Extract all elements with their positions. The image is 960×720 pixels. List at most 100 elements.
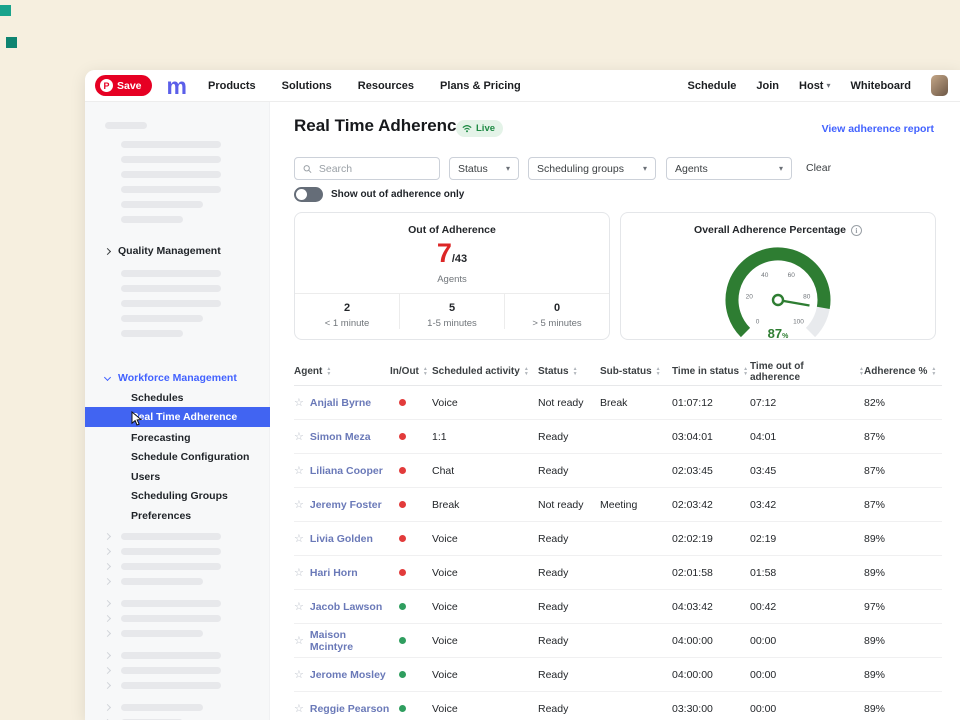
agent-row[interactable]: ☆Maison McintyreVoiceReady04:00:0000:008… (294, 624, 942, 658)
time-out-of-adherence: 03:45 (750, 465, 864, 477)
column-header[interactable]: Agent▲▼ (294, 366, 390, 377)
search-input[interactable] (317, 162, 431, 176)
agent-name[interactable]: Jacob Lawson (310, 601, 382, 613)
nav-item-whiteboard[interactable]: Whiteboard (851, 80, 912, 92)
nav-item-join[interactable]: Join (756, 80, 779, 92)
status-dropdown[interactable]: Status ▾ (449, 157, 519, 180)
sidebar-item-schedule-configuration[interactable]: Schedule Configuration (85, 447, 270, 467)
skeleton-bar (121, 667, 221, 674)
table-body: ☆Anjali ByrneVoiceNot readyBreak01:07:12… (294, 386, 942, 720)
agent-row[interactable]: ☆Livia GoldenVoiceReady02:02:1902:1989% (294, 522, 942, 556)
column-header[interactable]: Scheduled activity▲▼ (432, 366, 538, 377)
out-of-adherence-card: Out of Adherence 7/43 Agents 2 < 1 minut… (294, 212, 610, 340)
agent-row[interactable]: ☆Jacob LawsonVoiceReady04:03:4200:4297% (294, 590, 942, 624)
nav-item-host[interactable]: Host ▾ (799, 80, 830, 92)
search-icon (303, 164, 312, 174)
time-in-status: 03:04:01 (672, 431, 750, 443)
star-icon[interactable]: ☆ (294, 600, 304, 613)
overall-adherence-card: Overall Adherence Percentage i 0 20 40 6… (620, 212, 936, 340)
adherence-percent: 89% (864, 567, 942, 579)
clear-filters-button[interactable]: Clear (806, 162, 831, 174)
sort-icon[interactable]: ▲▼ (573, 367, 578, 376)
agent-row[interactable]: ☆Simon Meza1:1Ready03:04:0104:0187% (294, 420, 942, 454)
agent-name[interactable]: Jerome Mosley (310, 669, 386, 681)
scheduling-groups-dropdown[interactable]: Scheduling groups ▾ (528, 157, 656, 180)
brand-logo[interactable]: m (167, 76, 186, 96)
star-icon[interactable]: ☆ (294, 396, 304, 409)
decor-square-top (0, 5, 11, 16)
star-icon[interactable]: ☆ (294, 464, 304, 477)
skeleton-bar (121, 141, 221, 148)
column-header[interactable]: In/Out▲▼ (390, 366, 432, 377)
nav-item-solutions[interactable]: Solutions (282, 80, 332, 92)
pinterest-save-button[interactable]: P Save (95, 75, 152, 96)
info-icon[interactable]: i (851, 225, 862, 236)
column-header[interactable]: Time out of adherence▲▼ (750, 361, 864, 383)
agent-name[interactable]: Liliana Cooper (310, 465, 383, 477)
agent-row[interactable]: ☆Jeremy FosterBreakNot readyMeeting02:03… (294, 488, 942, 522)
agent-row[interactable]: ☆Reggie PearsonVoiceReady03:30:0000:0089… (294, 692, 942, 720)
column-header[interactable]: Adherence %▲▼ (864, 366, 942, 377)
sidebar-item-forecasting[interactable]: Forecasting (85, 428, 270, 448)
time-in-status: 02:01:58 (672, 567, 750, 579)
sort-icon[interactable]: ▲▼ (931, 367, 936, 376)
sidebar: Quality Management Workforce Management … (85, 102, 270, 720)
bucket-columns: 2 < 1 minute 5 1-5 minutes 0 > 5 minutes (295, 294, 609, 329)
skeleton-bar (121, 563, 221, 570)
sort-icon[interactable]: ▲▼ (656, 367, 661, 376)
agent-name[interactable]: Hari Horn (310, 567, 358, 579)
star-icon[interactable]: ☆ (294, 566, 304, 579)
sidebar-item-real-time-adherence[interactable]: Real Time Adherence (85, 407, 270, 427)
adherence-percent: 89% (864, 703, 942, 715)
sidebar-item-preferences[interactable]: Preferences (85, 506, 270, 526)
agent-name[interactable]: Livia Golden (310, 533, 373, 545)
nav-item-pricing[interactable]: Plans & Pricing (440, 80, 521, 92)
skeleton-bar (105, 122, 147, 129)
user-avatar[interactable] (931, 75, 948, 96)
star-icon[interactable]: ☆ (294, 430, 304, 443)
show-out-of-adherence-toggle[interactable] (294, 187, 323, 202)
sidebar-item-quality-management[interactable]: Quality Management (105, 245, 221, 257)
sidebar-item-workforce-management[interactable]: Workforce Management (105, 372, 237, 384)
nav-item-products[interactable]: Products (208, 80, 256, 92)
star-icon[interactable]: ☆ (294, 634, 304, 647)
agent-name[interactable]: Reggie Pearson (310, 703, 389, 715)
agent-row[interactable]: ☆Liliana CooperChatReady02:03:4503:4587% (294, 454, 942, 488)
agent-row[interactable]: ☆Anjali ByrneVoiceNot readyBreak01:07:12… (294, 386, 942, 420)
agent-name[interactable]: Maison Mcintyre (310, 629, 390, 653)
inout-status-dot (399, 603, 406, 610)
view-adherence-report-link[interactable]: View adherence report (822, 123, 934, 135)
sidebar-item-scheduling-groups[interactable]: Scheduling Groups (85, 486, 270, 506)
sort-icon[interactable]: ▲▼ (743, 367, 748, 376)
agent-row[interactable]: ☆Hari HornVoiceReady02:01:5801:5889% (294, 556, 942, 590)
sort-icon[interactable]: ▲▼ (423, 367, 428, 376)
column-header[interactable]: Sub-status▲▼ (600, 366, 672, 377)
adherence-gauge: 0 20 40 60 80 100 87% (688, 238, 868, 344)
column-header[interactable]: Time in status▲▼ (672, 366, 750, 377)
nav-item-resources[interactable]: Resources (358, 80, 414, 92)
inout-status-dot (399, 535, 406, 542)
star-icon[interactable]: ☆ (294, 702, 304, 715)
page-title: Real Time Adherence (294, 116, 466, 136)
star-icon[interactable]: ☆ (294, 668, 304, 681)
sort-icon[interactable]: ▲▼ (524, 367, 529, 376)
inout-status-dot (399, 399, 406, 406)
search-box[interactable] (294, 157, 440, 180)
sidebar-item-schedules[interactable]: Schedules (85, 388, 270, 408)
agent-row[interactable]: ☆Jerome MosleyVoiceReady04:00:0000:0089% (294, 658, 942, 692)
star-icon[interactable]: ☆ (294, 498, 304, 511)
star-icon[interactable]: ☆ (294, 532, 304, 545)
agent-name[interactable]: Anjali Byrne (310, 397, 371, 409)
status: Ready (538, 465, 600, 477)
skeleton-bar (121, 600, 221, 607)
scheduled-activity: Voice (432, 397, 538, 409)
agent-name[interactable]: Simon Meza (310, 431, 371, 443)
agent-name[interactable]: Jeremy Foster (310, 499, 382, 511)
skeleton-chevron (104, 578, 111, 585)
sidebar-item-users[interactable]: Users (85, 467, 270, 487)
column-header[interactable]: Status▲▼ (538, 366, 600, 377)
agents-dropdown[interactable]: Agents ▾ (666, 157, 792, 180)
sort-icon[interactable]: ▲▼ (326, 367, 331, 376)
nav-item-schedule[interactable]: Schedule (688, 80, 737, 92)
time-out-of-adherence: 00:00 (750, 703, 864, 715)
